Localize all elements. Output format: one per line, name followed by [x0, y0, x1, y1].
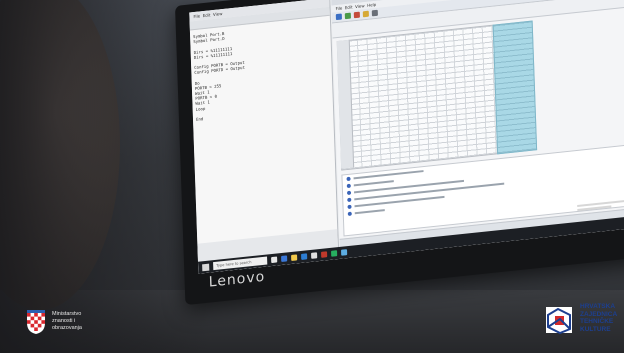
code-editor-window: File Edit View Symbol Port.B Symbol Port.…: [189, 0, 340, 274]
ministry-line-3: obrazovanja: [52, 325, 82, 331]
hex-memory-grid[interactable]: [336, 24, 500, 171]
app-icon[interactable]: [321, 251, 328, 258]
folder-icon[interactable]: [291, 254, 298, 261]
croatian-coat-of-arms-icon: [27, 310, 45, 334]
prog-menu-view[interactable]: View: [355, 3, 365, 9]
ide-menu-view[interactable]: View: [213, 11, 223, 17]
write-icon[interactable]: [362, 10, 369, 18]
open-icon[interactable]: [335, 13, 342, 21]
info-icon: [347, 197, 352, 203]
info-icon: [346, 190, 352, 196]
task-view-icon[interactable]: [271, 256, 278, 264]
prog-menu-edit[interactable]: Edit: [345, 4, 353, 10]
info-icon: [347, 211, 352, 217]
source-code[interactable]: Symbol Port.B Symbol Port.D Dirs = %111111…: [193, 20, 334, 243]
laptop-monitor: File Edit View Symbol Port.B Symbol Port.…: [175, 0, 624, 306]
prog-menu-file[interactable]: File: [335, 5, 342, 11]
store-icon[interactable]: [301, 253, 308, 260]
ascii-column: [492, 20, 538, 155]
hztk-line-1: HRVATSKA: [580, 303, 616, 310]
save-icon[interactable]: [344, 12, 351, 20]
hztk-name: HRVATSKA ZAJEDNICA TEHNIČKE KULTURE: [580, 303, 617, 333]
app-icon[interactable]: [341, 249, 348, 256]
ministry-logo: Ministarstvo znanosti i obrazovanja: [26, 307, 136, 347]
ministry-line-1: Ministarstvo: [52, 311, 82, 317]
app-icon[interactable]: [311, 252, 318, 259]
edge-icon[interactable]: [281, 255, 288, 263]
app-icon[interactable]: [331, 250, 338, 257]
hztk-logo: HRVATSKA ZAJEDNICA TEHNIČKE KULTURE: [544, 303, 624, 343]
photo-scene: File Edit View Symbol Port.B Symbol Port.…: [0, 0, 624, 353]
hztk-line-3: TEHNIČKE: [580, 318, 614, 326]
ide-menu-file[interactable]: File: [193, 13, 200, 19]
info-icon: [347, 204, 352, 210]
info-icon: [346, 183, 351, 189]
programmer-window: File Edit View Help: [331, 0, 624, 259]
monitor-screen: File Edit View Symbol Port.B Symbol Port.…: [189, 0, 624, 274]
cube-logo-icon: [546, 307, 572, 335]
ide-menu-edit[interactable]: Edit: [203, 12, 211, 18]
hztk-line-4: KULTURE: [580, 325, 611, 333]
erase-icon[interactable]: [353, 11, 360, 19]
monitor-brand-label: Lenovo: [208, 268, 266, 291]
verify-icon[interactable]: [371, 9, 378, 17]
prog-menu-help[interactable]: Help: [367, 2, 376, 8]
taskbar-search[interactable]: Type here to search: [213, 256, 268, 271]
ministry-name: Ministarstvo znanosti i obrazovanja: [52, 311, 82, 332]
ministry-line-2: znanosti i: [52, 318, 76, 324]
windows-start-icon[interactable]: [202, 263, 210, 271]
info-icon: [346, 176, 351, 182]
